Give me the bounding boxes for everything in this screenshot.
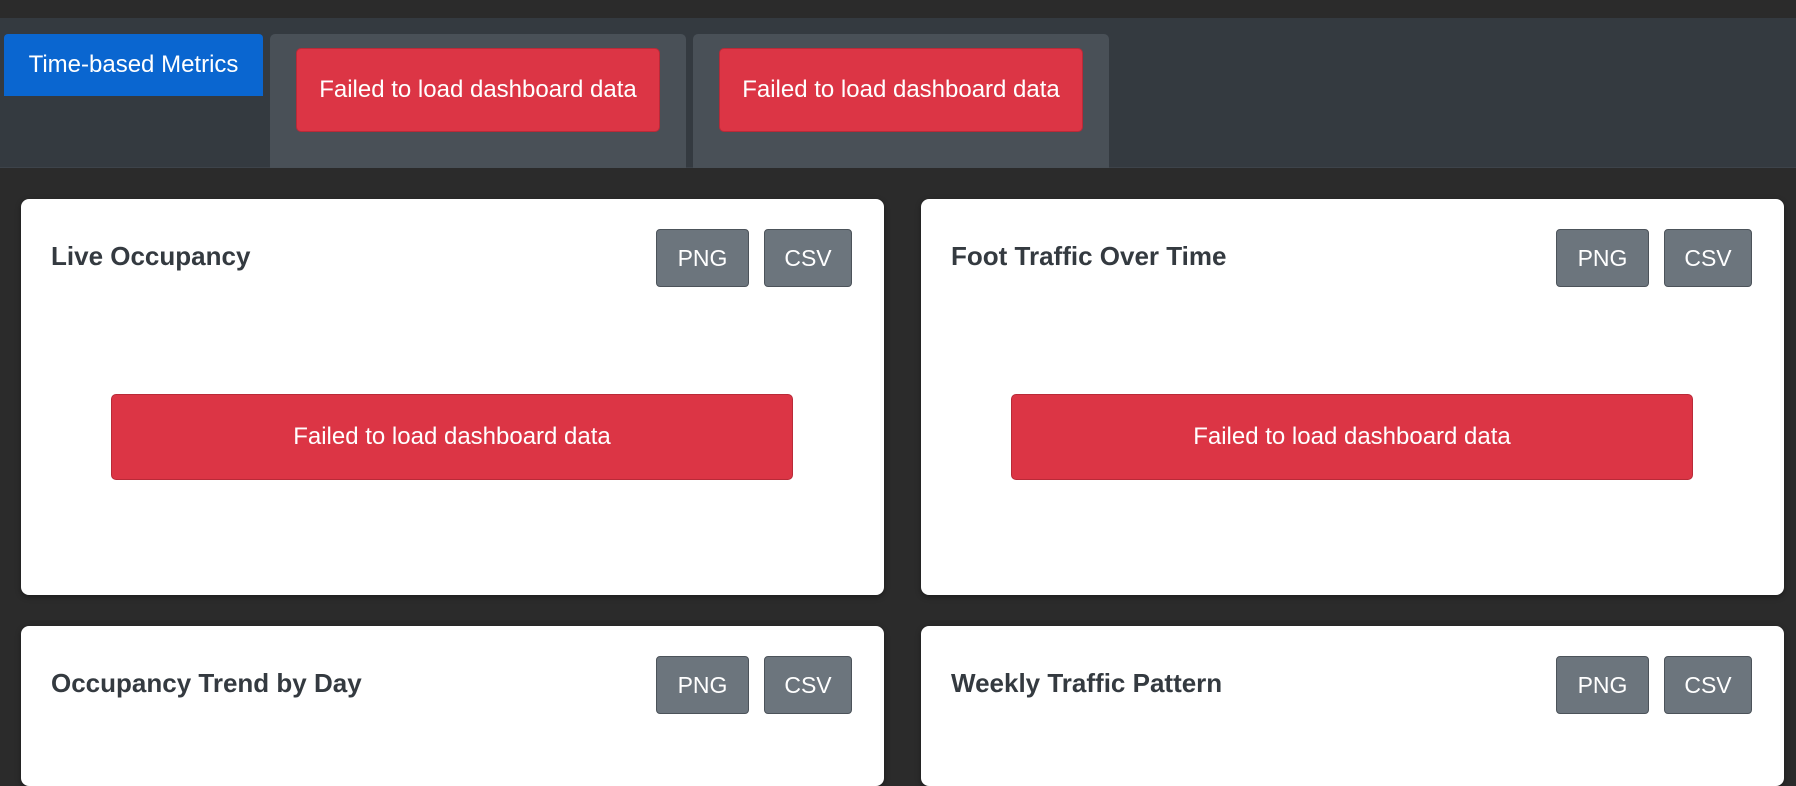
error-alert: Failed to load dashboard data xyxy=(719,48,1083,132)
export-csv-button[interactable]: CSV xyxy=(1664,229,1752,287)
error-alert: Failed to load dashboard data xyxy=(1011,394,1693,480)
card-occupancy-trend-by-day: Occupancy Trend by Day PNG CSV xyxy=(21,626,884,786)
top-strip xyxy=(0,0,1796,18)
export-png-button[interactable]: PNG xyxy=(1556,229,1649,287)
card-title: Foot Traffic Over Time xyxy=(951,241,1227,271)
export-png-button[interactable]: PNG xyxy=(656,229,749,287)
tab-bar: Time-based Metrics Failed to load dashbo… xyxy=(0,18,1796,168)
card-weekly-traffic-pattern: Weekly Traffic Pattern PNG CSV xyxy=(921,626,1784,786)
card-live-occupancy: Live Occupancy PNG CSV Failed to load da… xyxy=(21,199,884,595)
error-alert: Failed to load dashboard data xyxy=(296,48,660,132)
export-csv-button[interactable]: CSV xyxy=(764,229,852,287)
tab-panel-2[interactable]: Failed to load dashboard data xyxy=(693,34,1109,168)
export-png-button[interactable]: PNG xyxy=(1556,656,1649,714)
tab-time-based-metrics[interactable]: Time-based Metrics xyxy=(4,34,263,96)
card-title: Live Occupancy xyxy=(51,241,251,271)
error-alert: Failed to load dashboard data xyxy=(111,394,793,480)
card-foot-traffic-over-time: Foot Traffic Over Time PNG CSV Failed to… xyxy=(921,199,1784,595)
export-csv-button[interactable]: CSV xyxy=(764,656,852,714)
export-png-button[interactable]: PNG xyxy=(656,656,749,714)
tab-panel-1[interactable]: Failed to load dashboard data xyxy=(270,34,686,168)
card-title: Weekly Traffic Pattern xyxy=(951,668,1223,698)
export-csv-button[interactable]: CSV xyxy=(1664,656,1752,714)
card-title: Occupancy Trend by Day xyxy=(51,668,362,698)
